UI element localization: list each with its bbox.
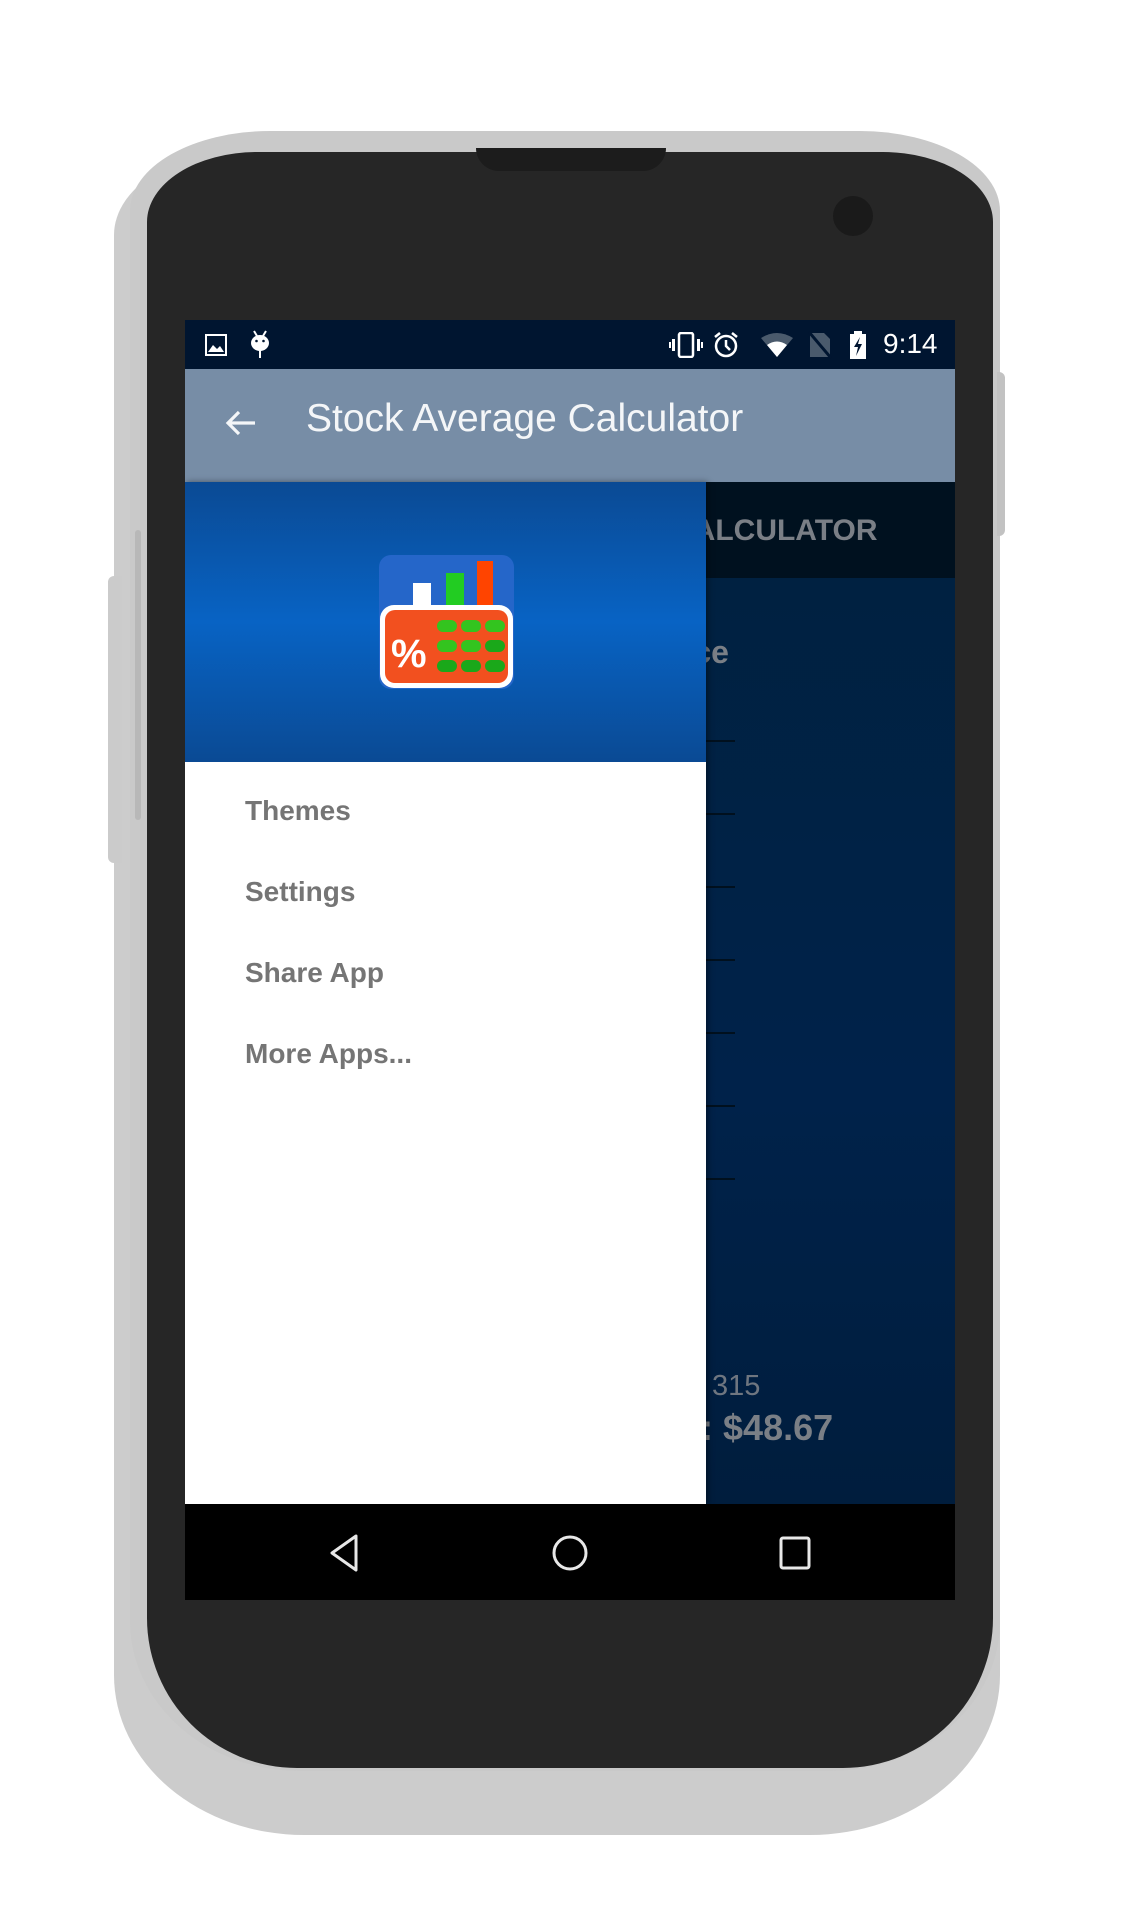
back-nav-icon[interactable] — [319, 1528, 369, 1578]
system-nav-bar — [185, 1504, 955, 1600]
drawer-item-themes[interactable]: Themes — [185, 772, 706, 853]
drawer-item-settings[interactable]: Settings — [185, 853, 706, 934]
drawer-item-label: Share App — [245, 957, 384, 988]
vibrate-icon — [669, 332, 703, 358]
navigation-drawer: % Themes Settings Share App More Apps... — [185, 482, 706, 1504]
phone-side-groove — [135, 530, 141, 820]
phone-side-button-left — [108, 576, 122, 863]
phone-speaker — [476, 148, 666, 171]
battery-charging-icon — [849, 331, 867, 359]
drawer-item-more-apps[interactable]: More Apps... — [185, 1015, 706, 1096]
device-screen: 9:14 Stock Average Calculator CALCULATOR… — [185, 320, 955, 1600]
no-sim-icon — [808, 331, 832, 359]
toolbar-title: Stock Average Calculator — [306, 397, 744, 440]
alarm-icon — [712, 332, 740, 358]
recents-nav-icon[interactable] — [770, 1528, 820, 1578]
front-camera — [833, 196, 873, 236]
svg-text:%: % — [391, 632, 427, 676]
phone-power-button — [997, 372, 1005, 536]
drawer-item-share-app[interactable]: Share App — [185, 934, 706, 1015]
wifi-icon — [761, 332, 793, 358]
app-toolbar: Stock Average Calculator — [185, 369, 955, 482]
arrow-left-icon[interactable] — [221, 403, 261, 443]
drawer-header: % — [185, 482, 706, 762]
drawer-item-label: Settings — [245, 876, 356, 907]
total-quantity-text: 315 — [712, 1370, 761, 1402]
status-bar: 9:14 — [185, 320, 955, 369]
image-icon — [205, 332, 227, 358]
drawer-item-label: Themes — [245, 795, 351, 826]
home-nav-icon[interactable] — [545, 1528, 595, 1578]
android-debug-icon — [249, 330, 271, 358]
drawer-item-label: More Apps... — [245, 1038, 412, 1069]
status-time: 9:14 — [883, 328, 938, 359]
stock-calculator-app-icon: % — [379, 555, 514, 689]
